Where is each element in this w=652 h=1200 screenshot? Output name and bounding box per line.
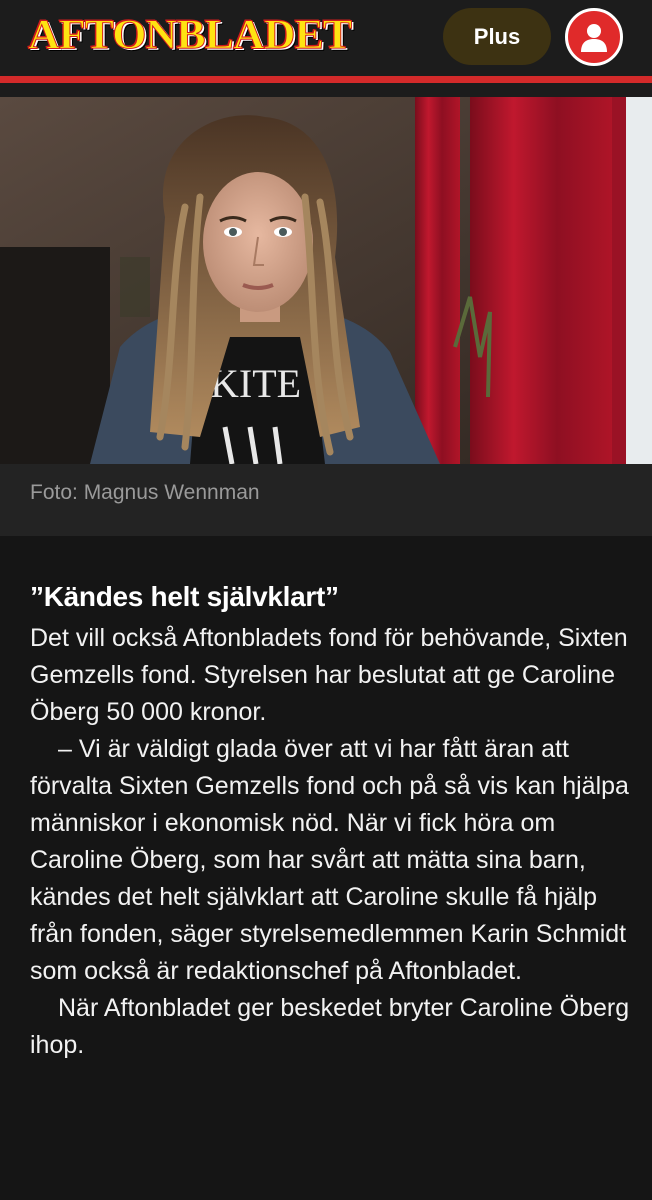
plus-button-label: Plus [473,23,521,49]
aftonbladet-logo[interactable]: AFTONBLADET [27,10,352,58]
user-icon [581,24,607,52]
plus-button[interactable]: Plus [443,8,551,65]
article-paragraph-quote: – Vi är väldigt glada över att vi har få… [30,735,629,985]
header-spacer [0,83,652,97]
header-accent-rule [0,76,652,83]
article-subheading: ”Kändes helt självklart” [30,581,339,612]
logo-wordmark: AFTONBLADET [27,10,352,58]
article-paragraph: När Aftonbladet ger beskedet bryter Caro… [30,994,630,1059]
hero-photo[interactable]: KITE [0,97,652,464]
article-paragraph: Det vill också Aftonbladets fond för beh… [30,624,628,726]
article-body: ”Kändes helt självklart” Det vill också … [30,578,630,1064]
photo-credit: Foto: Magnus Wennman [30,481,260,504]
photo-caption-bar: Foto: Magnus Wennman [0,464,652,536]
site-header: AFTONBLADET Plus [0,0,652,76]
portrait-photo: KITE [0,97,652,464]
account-button[interactable] [565,8,623,66]
shirt-print: KITE [210,361,301,406]
